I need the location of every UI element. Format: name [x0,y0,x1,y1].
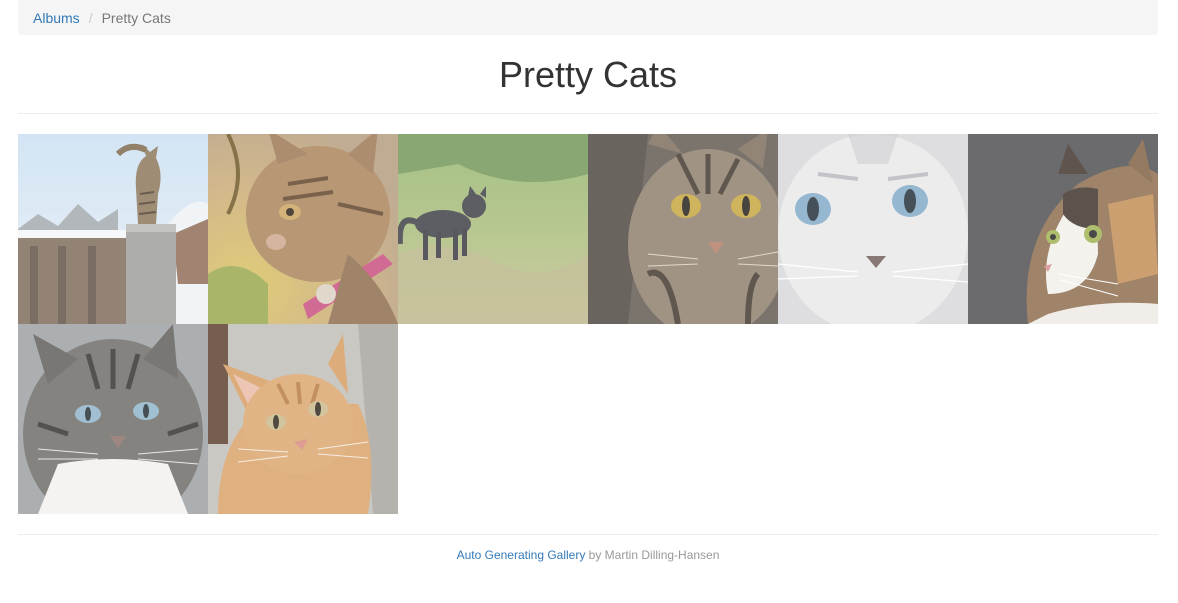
footer-author-text: by Martin Dilling-Hansen [585,548,720,562]
photo-thumbnail[interactable] [18,324,208,514]
breadcrumb-separator: / [88,9,93,26]
breadcrumb-current: Pretty Cats [101,9,171,26]
page-header: Pretty Cats [18,35,1158,114]
page-title: Pretty Cats [498,54,678,95]
cat-photo-tabby-closeup [588,134,778,324]
page-container: Albums / Pretty Cats Pretty Cats Auto Ge… [18,0,1158,562]
photo-thumbnail[interactable] [968,134,1158,324]
photo-thumbnail[interactable] [588,134,778,324]
photo-thumbnail[interactable] [208,324,398,514]
photo-thumbnail[interactable] [778,134,968,324]
breadcrumb: Albums / Pretty Cats [18,0,1158,35]
cat-photo-grey-tabby [18,324,208,514]
breadcrumb-albums-link[interactable]: Albums [33,10,80,26]
photo-thumbnail[interactable] [18,134,208,324]
photo-thumbnail[interactable] [398,134,588,324]
cat-photo-calico [968,134,1158,324]
cat-photo-white-kitten [778,134,968,324]
footer: Auto Generating Gallery by Martin Dillin… [18,534,1158,562]
cat-photo-grass [398,134,588,324]
cat-photo-snow-post [18,134,208,324]
photo-thumbnail[interactable] [208,134,398,324]
cat-photo-ginger [208,324,398,514]
photo-gallery [18,134,1158,514]
cat-photo-pink-collar [208,134,398,324]
footer-gallery-link[interactable]: Auto Generating Gallery [457,548,586,562]
